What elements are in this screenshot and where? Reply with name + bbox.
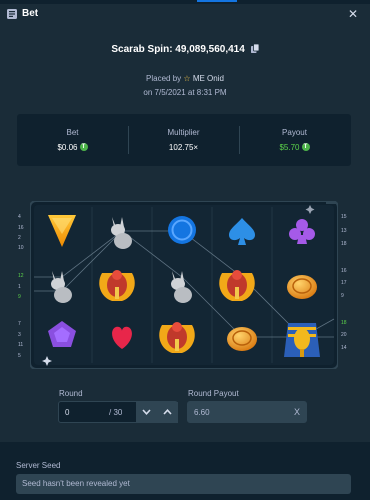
multiplier-suffix: X bbox=[293, 407, 300, 417]
modal-title: Bet bbox=[22, 8, 39, 19]
payline-number: 14 bbox=[341, 345, 347, 351]
spin-id: Scarab Spin: 49,089,560,414 bbox=[111, 44, 245, 55]
round-payout-label: Round Payout bbox=[188, 389, 239, 398]
bet-value: $0.06 bbox=[57, 143, 78, 152]
payline-number: 2 bbox=[18, 235, 21, 241]
scarab-icon bbox=[99, 270, 135, 301]
blue-ring-icon bbox=[168, 216, 196, 244]
payline-number: 18 bbox=[341, 241, 347, 247]
payline-number: 3 bbox=[18, 332, 21, 338]
payline-number: 15 bbox=[341, 214, 347, 220]
payline-number: 18 bbox=[341, 320, 347, 326]
gold-coin-icon bbox=[227, 327, 257, 351]
pharaoh-mask-icon bbox=[284, 323, 320, 357]
payline-number: 17 bbox=[341, 280, 347, 286]
round-prev-button[interactable] bbox=[157, 402, 178, 423]
payline-number: 16 bbox=[18, 225, 24, 231]
tether-coin-icon: T bbox=[79, 142, 88, 151]
payline-number: 20 bbox=[341, 332, 347, 338]
server-seed-label: Server Seed bbox=[16, 461, 61, 470]
round-payout-field: 6.60 X bbox=[187, 401, 307, 423]
stat-bet: Bet $0.06 T bbox=[17, 114, 128, 166]
gold-coin-icon bbox=[287, 275, 317, 299]
payline-number: 9 bbox=[341, 293, 344, 299]
active-tab-indicator bbox=[197, 0, 237, 2]
bet-datetime: on 7/5/2021 at 8:31 PM bbox=[143, 88, 227, 97]
payline-number: 7 bbox=[18, 321, 21, 327]
copy-icon[interactable] bbox=[250, 43, 259, 53]
payline-number: 12 bbox=[18, 273, 24, 279]
slot-board bbox=[30, 201, 338, 369]
stat-payout: Payout $5.70 T bbox=[239, 114, 350, 166]
chevron-down-icon bbox=[142, 409, 151, 415]
payline-number: 11 bbox=[18, 342, 24, 348]
tether-coin-icon: T bbox=[301, 142, 310, 151]
server-seed-field: Seed hasn't been revealed yet bbox=[16, 474, 351, 494]
scarab-icon bbox=[219, 270, 255, 301]
round-label: Round bbox=[59, 389, 83, 398]
modal-header: Bet ✕ bbox=[0, 4, 370, 26]
payline-number: 10 bbox=[18, 245, 24, 251]
round-value[interactable]: 0 bbox=[65, 408, 69, 417]
bet-stats-panel: Bet $0.06 T Multiplier 102.75× Payout $5.… bbox=[17, 114, 351, 166]
payline-number: 16 bbox=[341, 268, 347, 274]
close-icon[interactable]: ✕ bbox=[348, 7, 358, 21]
round-input[interactable]: 0 / 30 bbox=[58, 401, 178, 423]
bet-value-row: $0.06 T bbox=[17, 142, 128, 152]
payout-value: $5.70 bbox=[279, 143, 300, 152]
payout-value-row: $5.70 T bbox=[239, 142, 350, 152]
scarab-icon bbox=[159, 322, 195, 353]
round-total: / 30 bbox=[109, 408, 123, 417]
star-icon: ☆ bbox=[183, 74, 191, 83]
payline-number: 13 bbox=[341, 228, 347, 234]
chevron-up-icon bbox=[163, 409, 172, 415]
round-next-button[interactable] bbox=[136, 402, 157, 423]
spin-id-row: Scarab Spin: 49,089,560,414 bbox=[0, 43, 370, 55]
payline-number: 1 bbox=[18, 284, 21, 290]
round-payout-value: 6.60 bbox=[194, 408, 210, 417]
bet-label: Bet bbox=[66, 128, 79, 137]
server-seed-placeholder: Seed hasn't been revealed yet bbox=[22, 479, 130, 488]
payout-label: Payout bbox=[282, 128, 307, 137]
receipt-icon bbox=[7, 9, 17, 19]
stat-multiplier: Multiplier 102.75× bbox=[128, 114, 239, 166]
multiplier-label: Multiplier bbox=[167, 128, 200, 137]
username-link[interactable]: ME Onid bbox=[193, 74, 224, 83]
multiplier-value: 102.75× bbox=[168, 143, 199, 152]
placed-by-row: Placed by ☆ ME Onid bbox=[0, 74, 370, 83]
payline-number: 5 bbox=[18, 353, 21, 359]
payline-number: 4 bbox=[18, 214, 21, 220]
payline-number: 9 bbox=[18, 294, 21, 300]
placed-by-label: Placed by bbox=[146, 74, 182, 83]
